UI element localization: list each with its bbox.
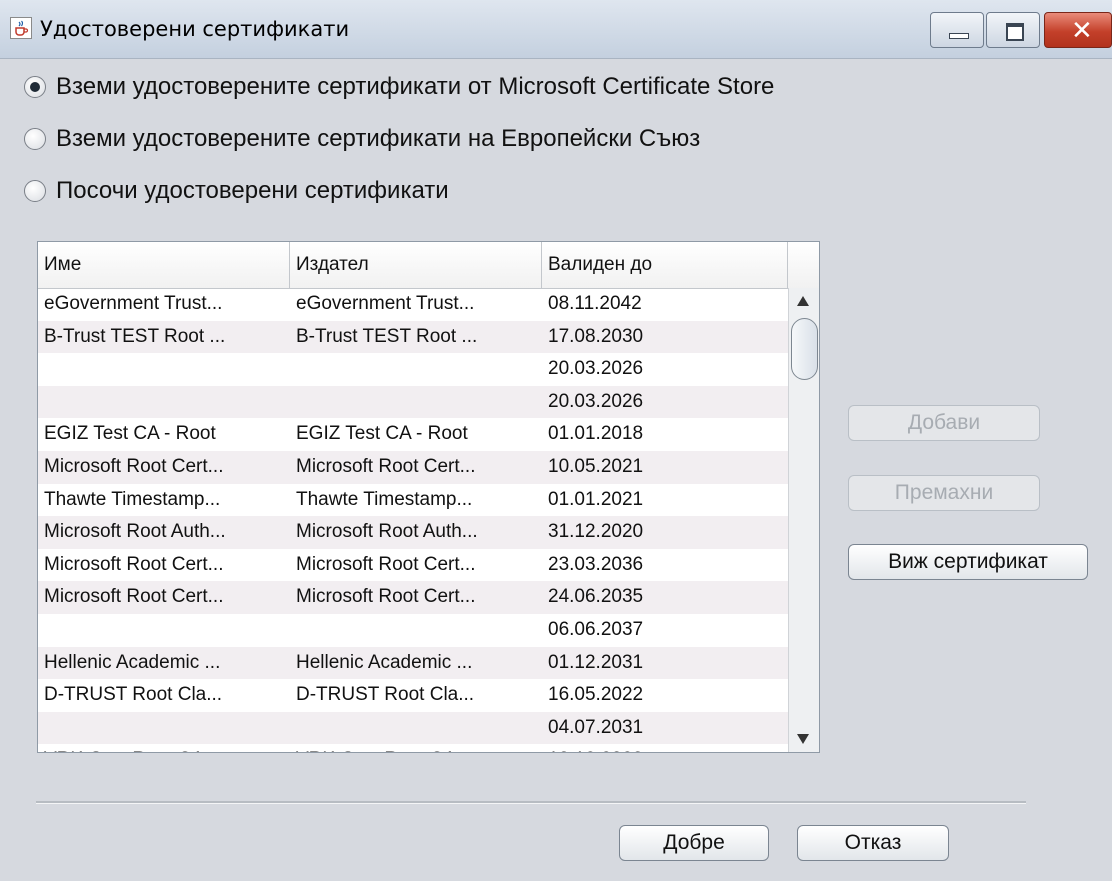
table-row[interactable]: Microsoft Root Cert... Microsoft Root Cer… xyxy=(38,549,788,582)
cell-issuer: D-TRUST Root Cla... xyxy=(296,684,475,706)
cell-issuer: Microsoft Root Cert... xyxy=(296,455,476,477)
cell-name: B-Trust TEST Root ... xyxy=(44,325,226,347)
cell-issuer xyxy=(290,712,542,745)
cell-issuer: EGIZ Test CA - Root xyxy=(296,423,468,445)
maximize-icon xyxy=(1006,23,1024,41)
cell-name xyxy=(38,614,290,647)
minimize-button[interactable] xyxy=(930,12,984,48)
table-header: Име Издател Валиден до xyxy=(38,242,819,289)
table-row[interactable]: EGIZ Test CA - Root EGIZ Test CA - Root 01… xyxy=(38,418,788,451)
radio-button-specify[interactable] xyxy=(24,180,46,202)
cell-issuer: eGovernment Trust... xyxy=(296,293,475,314)
cell-name: Microsoft Root Cert... xyxy=(44,586,224,608)
cell-name xyxy=(38,712,290,745)
option-label: Посочи удостоверени сертификати xyxy=(56,177,449,204)
cell-valid-until: 23.03.2036 xyxy=(548,553,644,575)
column-header-valid-until[interactable]: Валиден до xyxy=(542,242,788,288)
table-row[interactable]: Hellenic Academic ... Hellenic Academic .… xyxy=(38,646,788,680)
close-icon: ✕ xyxy=(1071,16,1093,46)
cell-name: D-TRUST Root Cla... xyxy=(44,684,223,706)
table-row[interactable]: Thawte Timestamp... Thawte Timestamp... 01… xyxy=(38,484,788,517)
cell-valid-until: 18.12.2023 xyxy=(542,744,788,752)
close-button[interactable]: ✕ xyxy=(1044,12,1112,48)
table-body: eGovernment Trust... eGovernment Trust...… xyxy=(38,288,788,752)
table-row[interactable]: Microsoft Root Auth... Microsoft Root Aut… xyxy=(38,516,788,549)
cell-name xyxy=(38,386,290,419)
separator xyxy=(36,801,1026,804)
vertical-scrollbar[interactable] xyxy=(788,288,819,752)
table-row[interactable]: 20.03.2026 xyxy=(38,353,788,386)
cell-valid-until: 01.01.2021 xyxy=(548,488,644,510)
cell-valid-until: 10.05.2021 xyxy=(548,455,644,477)
option-specify-certificates[interactable]: Посочи удостоверени сертификати xyxy=(24,175,449,207)
remove-button[interactable]: Премахни xyxy=(848,475,1040,511)
certificates-table[interactable]: Име Издател Валиден до eGovernment Trust… xyxy=(37,241,820,753)
cell-issuer: Microsoft Root Cert... xyxy=(296,586,476,608)
cell-issuer: B-Trust TEST Root ... xyxy=(296,325,478,347)
cell-issuer: VRK Gov. Root CA xyxy=(290,744,542,752)
add-button[interactable]: Добави xyxy=(848,405,1040,441)
ok-button[interactable]: Добре xyxy=(619,825,769,861)
cell-name: Hellenic Academic ... xyxy=(44,651,221,673)
scroll-down-arrow-icon[interactable] xyxy=(797,734,809,744)
cell-valid-until: 17.08.2030 xyxy=(548,325,644,347)
cell-valid-until: 04.07.2031 xyxy=(548,716,644,738)
cell-name: eGovernment Trust... xyxy=(44,293,223,314)
scroll-up-arrow-icon[interactable] xyxy=(797,296,809,306)
table-row[interactable]: D-TRUST Root Cla... D-TRUST Root Cla... 16… xyxy=(38,679,788,712)
title-bar: Удостоверени сертификати ✕ xyxy=(0,0,1112,59)
cell-name: EGIZ Test CA - Root xyxy=(44,423,216,445)
table-row[interactable]: B-Trust TEST Root ... B-Trust TEST Root .… xyxy=(38,320,788,354)
cell-name: VRK Gov. Root CA xyxy=(38,744,290,752)
scrollbar-thumb[interactable] xyxy=(791,318,818,380)
window-title: Удостоверени сертификати xyxy=(40,17,350,41)
option-microsoft-store[interactable]: Вземи удостоверените сертификати от Micr… xyxy=(24,71,774,103)
option-label: Вземи удостоверените сертификати на Евро… xyxy=(56,125,701,152)
table-row[interactable]: Microsoft Root Cert... Microsoft Root Cer… xyxy=(38,450,788,484)
cell-name: Thawte Timestamp... xyxy=(44,488,221,510)
java-cup-icon xyxy=(10,17,32,39)
cell-issuer xyxy=(290,614,542,647)
option-european-union[interactable]: Вземи удостоверените сертификати на Евро… xyxy=(24,123,700,155)
cell-name xyxy=(38,353,290,386)
column-header-name[interactable]: Име xyxy=(38,242,290,288)
option-label: Вземи удостоверените сертификати от Micr… xyxy=(56,73,775,100)
column-header-issuer[interactable]: Издател xyxy=(290,242,542,288)
view-certificate-button[interactable]: Виж сертификат xyxy=(848,544,1088,580)
cell-issuer: Thawte Timestamp... xyxy=(296,488,473,510)
cell-issuer: Microsoft Root Auth... xyxy=(296,521,478,543)
maximize-button[interactable] xyxy=(986,12,1040,48)
cell-valid-until: 06.06.2037 xyxy=(548,618,644,640)
cell-valid-until: 24.06.2035 xyxy=(548,586,644,608)
cell-valid-until: 08.11.2042 xyxy=(548,293,642,314)
radio-button-microsoft-store[interactable] xyxy=(24,76,46,98)
table-row[interactable]: 06.06.2037 xyxy=(38,614,788,647)
radio-button-european-union[interactable] xyxy=(24,128,46,150)
cell-valid-until: 01.01.2018 xyxy=(548,423,644,445)
table-row[interactable]: 20.03.2026 xyxy=(38,385,788,419)
cell-issuer xyxy=(290,353,542,386)
table-row[interactable]: VRK Gov. Root CAVRK Gov. Root CA18.12.20… xyxy=(38,744,788,752)
cell-valid-until: 20.03.2026 xyxy=(548,390,644,412)
table-row[interactable]: Microsoft Root Cert... Microsoft Root Cer… xyxy=(38,581,788,614)
cell-valid-until: 01.12.2031 xyxy=(548,651,644,673)
cell-issuer: Hellenic Academic ... xyxy=(296,651,473,673)
cell-valid-until: 31.12.2020 xyxy=(548,521,644,543)
cell-name: Microsoft Root Cert... xyxy=(44,553,224,575)
cell-valid-until: 16.05.2022 xyxy=(548,684,644,706)
cell-issuer xyxy=(290,386,542,419)
cell-valid-until: 20.03.2026 xyxy=(548,358,644,380)
minimize-icon xyxy=(949,33,969,39)
table-row[interactable]: eGovernment Trust... eGovernment Trust...… xyxy=(38,288,788,321)
cell-name: Microsoft Root Cert... xyxy=(44,455,224,477)
cell-name: Microsoft Root Auth... xyxy=(44,521,226,543)
cell-issuer: Microsoft Root Cert... xyxy=(296,553,476,575)
table-row[interactable]: 04.07.2031 xyxy=(38,711,788,745)
cancel-button[interactable]: Отказ xyxy=(797,825,949,861)
